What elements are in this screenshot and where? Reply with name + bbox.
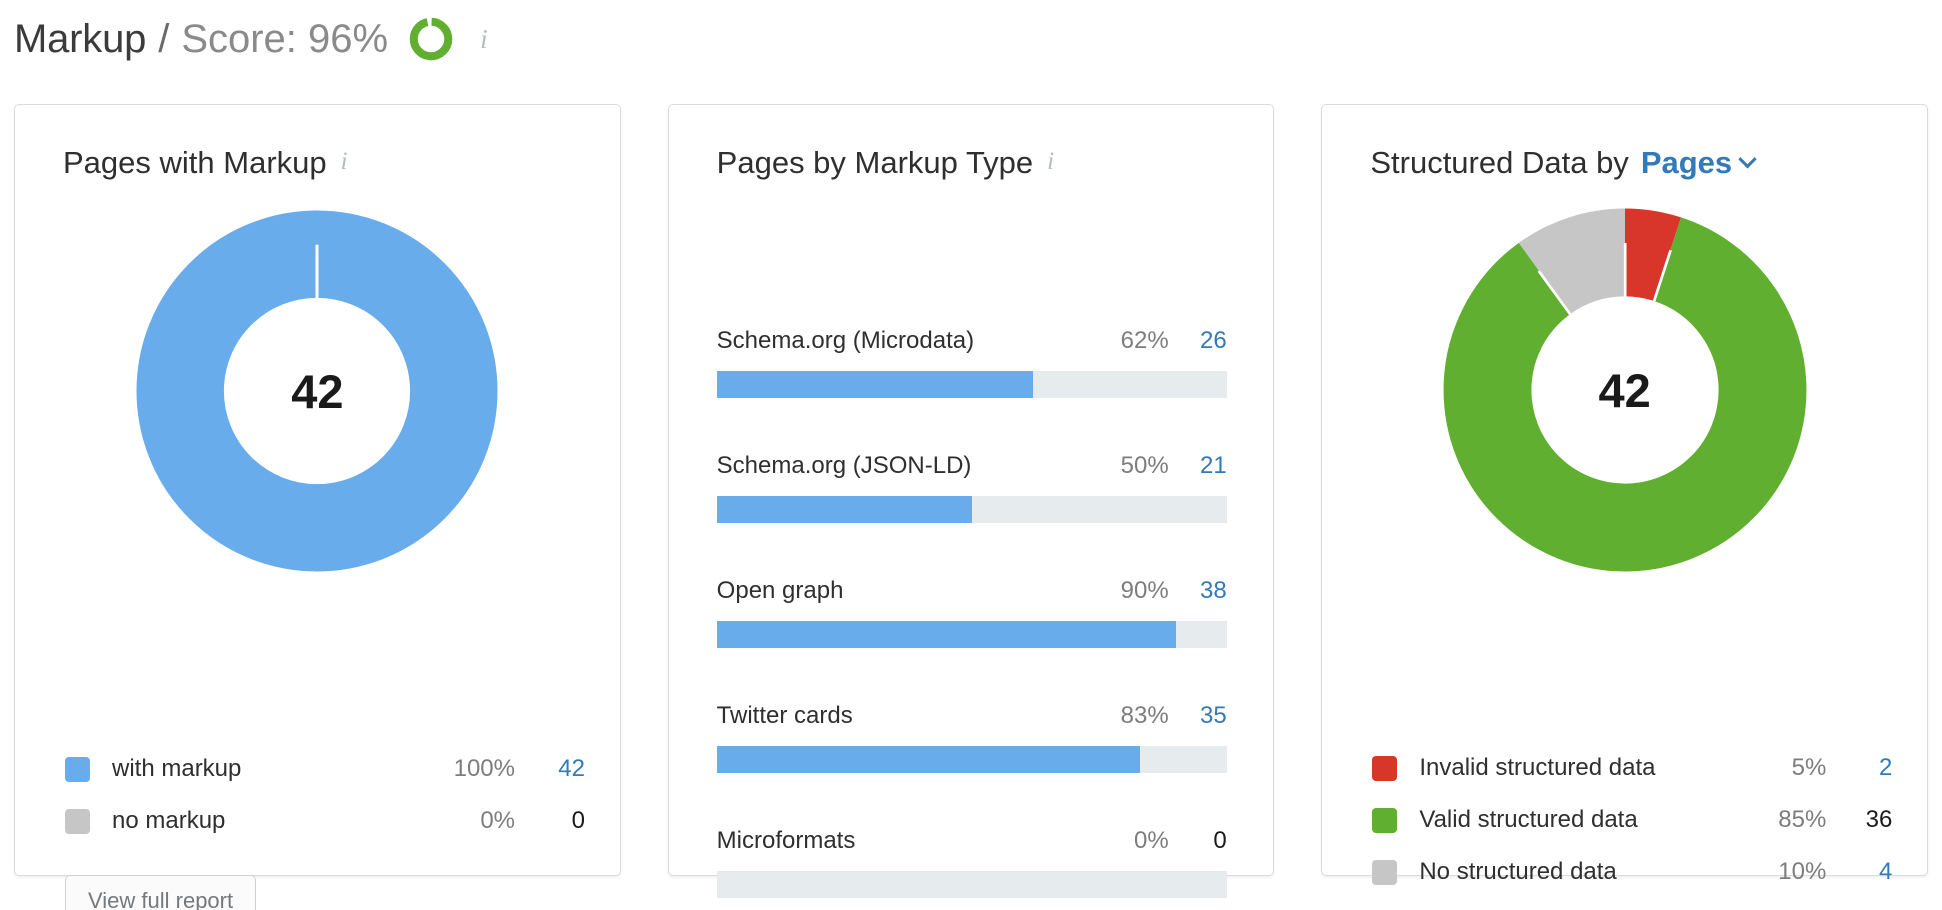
bar-label: Schema.org (JSON-LD)	[716, 452, 972, 479]
legend-percent: 85%	[1778, 806, 1827, 833]
bar-count[interactable]: 26	[1169, 327, 1227, 355]
bar-row-schema-jsonld: Schema.org (JSON-LD) 50% 21	[716, 452, 1227, 523]
view-full-report-button[interactable]: View full report	[65, 875, 257, 910]
legend-structured-data: Invalid structured data 5% 2 Valid struc…	[1372, 742, 1892, 898]
bar-label: Schema.org (Microdata)	[716, 327, 975, 354]
bar-track	[716, 621, 1227, 648]
bar-track	[716, 496, 1227, 523]
info-icon[interactable]: i	[480, 24, 488, 55]
legend-label: no markup	[112, 807, 226, 834]
legend-value[interactable]: 4	[1832, 858, 1892, 886]
legend-swatch-invalid	[1372, 755, 1398, 781]
legend-label: No structured data	[1419, 858, 1617, 885]
legend-value: 36	[1865, 806, 1893, 833]
legend-label: with markup	[112, 755, 242, 782]
donut-svg	[136, 210, 498, 572]
legend-value[interactable]: 42	[515, 755, 585, 783]
bar-fill	[716, 746, 1140, 773]
legend-pages-with-markup: with markup 100% 42 no markup 0% 0	[65, 743, 585, 847]
page-header: Markup / Score: 96% i	[14, 6, 488, 72]
legend-percent: 100%	[453, 755, 515, 782]
legend-item: No structured data 10% 4	[1372, 846, 1892, 898]
bar-row-open-graph: Open graph 90% 38	[716, 577, 1227, 648]
chevron-down-icon	[1738, 149, 1757, 168]
bar-header: Schema.org (JSON-LD) 50% 21	[717, 452, 1227, 480]
card-title-pages-with-markup: Pages with Markup i	[63, 145, 348, 181]
legend-label: Valid structured data	[1419, 806, 1638, 833]
bar-count: 0	[1213, 827, 1227, 854]
donut-chart-structured-data: 42	[1322, 199, 1927, 581]
donut-svg	[1443, 208, 1807, 572]
legend-swatch-valid	[1372, 807, 1398, 833]
card-pages-by-markup-type: Pages by Markup Type i Schema.org (Micro…	[667, 104, 1275, 898]
bar-label: Microformats	[716, 827, 856, 854]
markup-report-page: Markup / Score: 96% i Pages with Markup …	[0, 0, 1942, 910]
card-title-text: Structured Data by	[1370, 145, 1629, 180]
bar-percent: 83%	[1120, 702, 1169, 729]
legend-value[interactable]: 2	[1832, 754, 1892, 782]
structured-data-by-dropdown[interactable]: Pages	[1640, 145, 1757, 181]
legend-item: Invalid structured data 5% 2	[1372, 742, 1892, 794]
legend-swatch-no-markup	[65, 808, 90, 834]
bar-percent: 62%	[1120, 327, 1169, 354]
card-pages-with-markup: Pages with Markup i 42 with markup 100% …	[14, 104, 621, 910]
card-title-structured-data: Structured Data by Pages	[1370, 145, 1757, 181]
card-title-text: Pages with Markup	[63, 145, 327, 180]
bar-fill	[716, 496, 972, 523]
legend-item: Valid structured data 85% 36	[1372, 794, 1892, 846]
card-structured-data: Structured Data by Pages 42 Invalid stru…	[1321, 104, 1929, 885]
legend-percent: 0%	[480, 807, 515, 834]
bar-track	[716, 371, 1227, 398]
donut-chart-pages-with-markup: 42	[15, 201, 620, 581]
bar-count[interactable]: 38	[1169, 577, 1227, 605]
bar-percent: 0%	[1133, 827, 1169, 854]
bar-header: Open graph 90% 38	[717, 577, 1227, 605]
legend-percent: 5%	[1791, 754, 1827, 781]
bar-count[interactable]: 21	[1169, 452, 1227, 480]
cards-row: Pages with Markup i 42 with markup 100% …	[14, 104, 1929, 910]
bar-label: Open graph	[716, 577, 844, 604]
bar-count[interactable]: 35	[1169, 702, 1227, 730]
dropdown-selected-value: Pages	[1640, 145, 1733, 180]
bar-label: Twitter cards	[716, 702, 853, 729]
bar-fill	[716, 371, 1033, 398]
card-title-text: Pages by Markup Type	[716, 145, 1034, 180]
bar-fill	[716, 621, 1176, 648]
score-label: Score: 96%	[181, 16, 389, 61]
bar-percent: 90%	[1120, 577, 1169, 604]
info-icon[interactable]: i	[1047, 148, 1054, 176]
page-title: Markup	[14, 16, 147, 61]
legend-swatch-none	[1372, 859, 1398, 885]
legend-label: Invalid structured data	[1419, 754, 1656, 781]
bar-header: Microformats 0% 0	[717, 827, 1227, 855]
markup-type-bar-list: Schema.org (Microdata) 62% 26 Schema.org…	[716, 327, 1227, 898]
bar-row-schema-microdata: Schema.org (Microdata) 62% 26	[716, 327, 1227, 398]
title-separator: /	[158, 16, 170, 61]
bar-header: Twitter cards 83% 35	[717, 702, 1227, 730]
card-title-pages-by-markup-type: Pages by Markup Type i	[717, 145, 1054, 181]
score-ring-chart	[409, 17, 453, 61]
bar-row-microformats: Microformats 0% 0	[716, 827, 1227, 898]
bar-track	[716, 746, 1227, 773]
bar-track	[716, 871, 1227, 898]
legend-swatch-with-markup	[65, 756, 90, 782]
legend-percent: 10%	[1778, 858, 1827, 885]
bar-row-twitter-cards: Twitter cards 83% 35	[716, 702, 1227, 773]
bar-percent: 50%	[1120, 452, 1169, 479]
bar-header: Schema.org (Microdata) 62% 26	[717, 327, 1227, 355]
info-icon[interactable]: i	[341, 148, 348, 176]
legend-item: no markup 0% 0	[65, 795, 585, 847]
legend-item: with markup 100% 42	[65, 743, 585, 795]
legend-value: 0	[571, 807, 585, 834]
